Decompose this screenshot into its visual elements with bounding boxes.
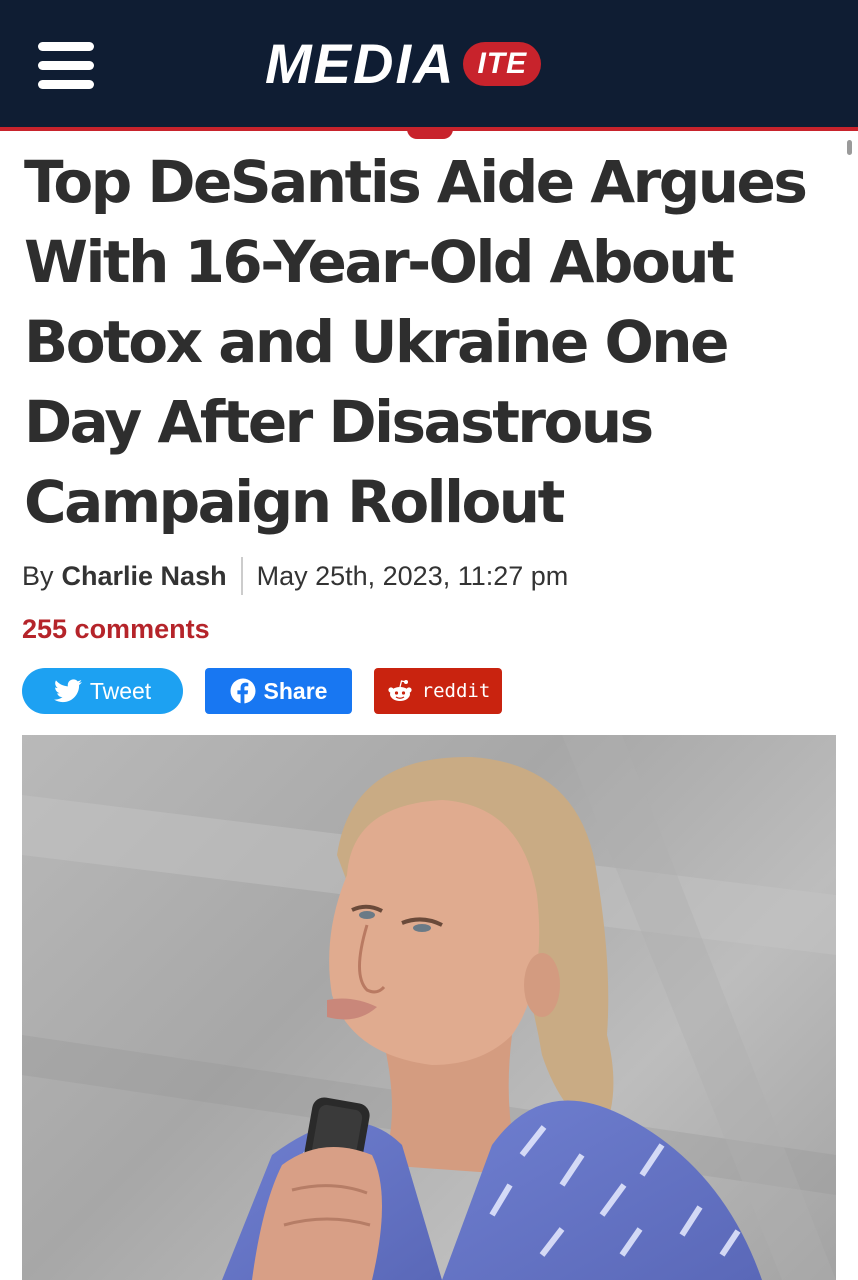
header-tab-accent	[407, 127, 453, 139]
site-header: MEDIA ITE	[0, 0, 858, 131]
article-title: Top DeSantis Aide Argues With 16-Year-Ol…	[24, 148, 808, 536]
publish-date: May 25th, 2023, 11:27 pm	[256, 560, 569, 591]
reddit-label: reddit	[421, 680, 491, 702]
article-hero-image	[22, 735, 836, 1280]
site-logo[interactable]: MEDIA ITE	[265, 32, 542, 95]
byline-prefix: By	[22, 560, 54, 591]
twitter-bird-icon	[53, 679, 82, 703]
scrollbar[interactable]	[847, 140, 852, 155]
share-label: Share	[263, 677, 328, 704]
logo-wordmark: MEDIA	[265, 32, 456, 95]
hamburger-icon[interactable]	[38, 42, 94, 90]
hero-photo-illustration	[22, 735, 836, 1280]
logo-badge: ITE	[463, 42, 542, 86]
tweet-button[interactable]: Tweet	[22, 668, 183, 714]
tweet-label: Tweet	[89, 677, 152, 704]
reddit-button[interactable]: reddit	[374, 668, 502, 714]
reddit-alien-icon	[386, 679, 414, 703]
byline: By Charlie Nash May 25th, 2023, 11:27 pm	[22, 556, 568, 596]
byline-divider	[240, 557, 243, 595]
facebook-icon	[230, 678, 256, 704]
comments-link[interactable]: 255 comments	[22, 614, 210, 645]
facebook-share-button[interactable]: Share	[205, 668, 352, 714]
author-link[interactable]: Charlie Nash	[62, 561, 227, 592]
